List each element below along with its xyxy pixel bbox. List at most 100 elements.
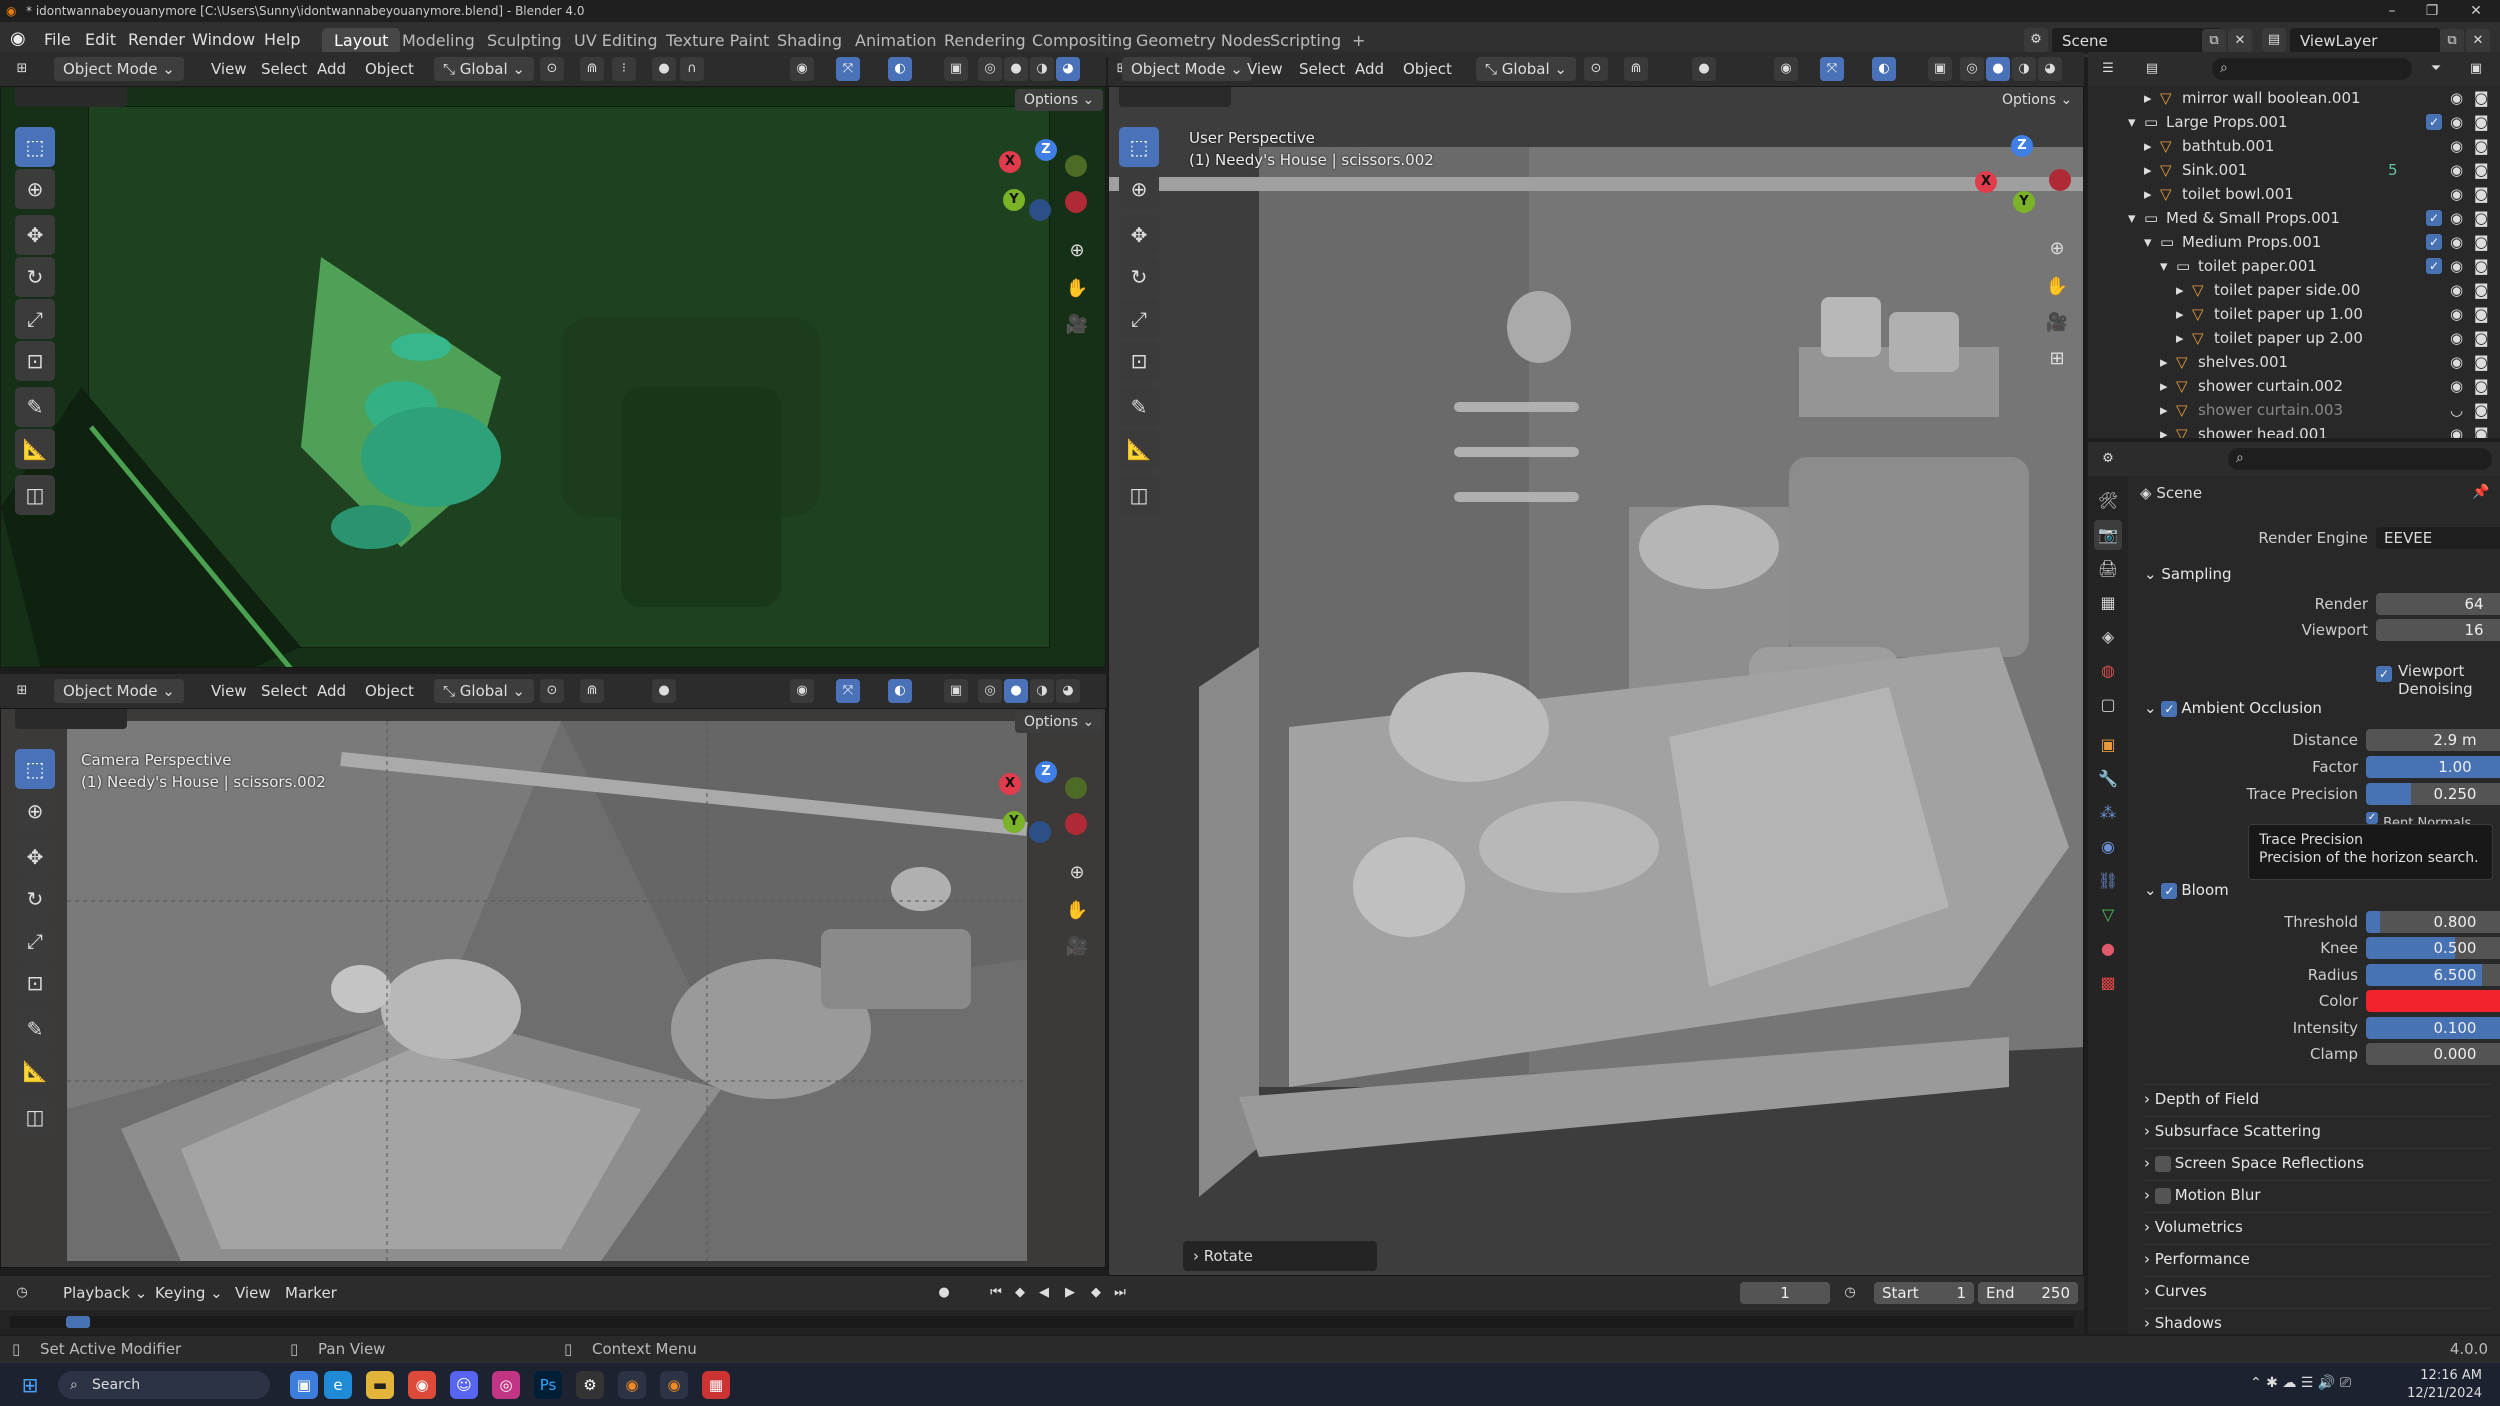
pivot-icon[interactable]: ⊙ bbox=[1584, 57, 1608, 81]
delete-scene-icon[interactable]: ✕ bbox=[2228, 29, 2252, 53]
menu-select[interactable]: Select bbox=[1290, 57, 1354, 81]
render-visibility-icon[interactable]: ◙ bbox=[2474, 158, 2489, 182]
jump-start-icon[interactable]: ⏮ bbox=[984, 1281, 1008, 1305]
collapsed-panel-header[interactable]: › Motion Blur bbox=[2144, 1180, 2492, 1208]
viewlayer-icon[interactable]: ▤ bbox=[2262, 28, 2286, 52]
menu-add[interactable]: Add bbox=[1346, 57, 1393, 81]
select-box-tool[interactable]: ⬚ bbox=[1119, 127, 1159, 167]
snap-target-icon[interactable]: ⁝ bbox=[612, 57, 636, 81]
chrome-icon[interactable]: ◉ bbox=[408, 1371, 436, 1399]
current-frame-field[interactable]: 1 bbox=[1740, 1282, 1830, 1304]
end-frame-field[interactable]: End 250 bbox=[1978, 1282, 2078, 1304]
collapsed-panel-header[interactable]: › Curves bbox=[2144, 1276, 2492, 1304]
mode-selector[interactable]: Object Mode ⌄ bbox=[54, 57, 184, 81]
expand-arrow-icon[interactable]: ▸ bbox=[2160, 350, 2168, 374]
play-icon[interactable]: ▶ bbox=[1058, 1281, 1082, 1305]
visibility-eye-icon[interactable]: ◉ bbox=[2450, 158, 2463, 182]
panel-enable-checkbox[interactable] bbox=[2154, 1155, 2171, 1172]
gizmo-toggle-icon[interactable]: ⤧ bbox=[1820, 57, 1844, 81]
pan-hand-icon[interactable]: ✋ bbox=[2041, 271, 2073, 303]
new-collection-icon[interactable]: ▣ bbox=[2464, 57, 2488, 81]
menu-file[interactable]: File bbox=[34, 28, 81, 52]
camera-view-icon[interactable]: 🎥 bbox=[1061, 309, 1093, 341]
object-tab-icon[interactable]: ▣ bbox=[2094, 730, 2122, 760]
maximize-button[interactable]: ❐ bbox=[2412, 0, 2452, 22]
collection-include-checkbox[interactable]: ✓ bbox=[2426, 210, 2442, 226]
collection-tab-icon[interactable]: ▢ bbox=[2094, 690, 2122, 720]
xray-icon[interactable]: ▣ bbox=[944, 57, 968, 81]
timeline-view-menu[interactable]: View bbox=[226, 1281, 280, 1305]
outliner-row[interactable]: ▸ ▽ toilet bowl.001 ◉ ◙ bbox=[2088, 182, 2500, 206]
bloom-radius-slider[interactable]: 6.500 bbox=[2366, 964, 2500, 986]
render-visibility-icon[interactable]: ◙ bbox=[2474, 350, 2489, 374]
gizmo-x-axis[interactable]: X bbox=[999, 151, 1021, 173]
expand-arrow-icon[interactable]: ▸ bbox=[2160, 422, 2168, 438]
properties-search-input[interactable]: ⌕ bbox=[2228, 448, 2492, 470]
view-layer-tab-icon[interactable]: ▦ bbox=[2094, 588, 2122, 618]
transform-tool[interactable]: ⊡ bbox=[15, 341, 55, 381]
scale-tool[interactable]: ⤢ bbox=[1119, 299, 1159, 339]
expand-arrow-icon[interactable]: ▸ bbox=[2144, 134, 2152, 158]
outliner-editor-icon[interactable]: ☰ bbox=[2096, 57, 2120, 81]
gizmo-y-axis[interactable]: Y bbox=[1003, 811, 1025, 833]
panel-enable-checkbox[interactable] bbox=[2154, 1187, 2171, 1204]
pin-icon[interactable]: 📌 bbox=[2472, 484, 2489, 500]
expand-arrow-icon[interactable]: ▸ bbox=[2160, 398, 2168, 422]
viewport-samples-field[interactable]: 16 bbox=[2376, 619, 2500, 641]
measure-tool[interactable]: 📐 bbox=[15, 1051, 55, 1091]
photoshop-icon[interactable]: Ps bbox=[534, 1371, 562, 1399]
mode-selector[interactable]: Object Mode ⌄ bbox=[54, 679, 184, 703]
start-frame-field[interactable]: Start 1 bbox=[1874, 1282, 1974, 1304]
render-engine-selector[interactable]: EEVEE⌄ bbox=[2376, 527, 2500, 549]
world-tab-icon[interactable]: ◍ bbox=[2094, 656, 2122, 686]
move-tool[interactable]: ✥ bbox=[15, 215, 55, 255]
constraints-tab-icon[interactable]: ⛓ bbox=[2094, 866, 2122, 896]
viewport-denoise-checkbox[interactable]: ✓ bbox=[2376, 666, 2392, 682]
rotate-tool[interactable]: ↻ bbox=[15, 257, 55, 297]
bloom-intensity-slider[interactable]: 0.100 bbox=[2366, 1017, 2500, 1039]
collapsed-panel-header[interactable]: › Performance bbox=[2144, 1244, 2492, 1272]
collection-include-checkbox[interactable]: ✓ bbox=[2426, 114, 2442, 130]
render-visibility-icon[interactable]: ◙ bbox=[2474, 254, 2489, 278]
annotate-tool[interactable]: ✎ bbox=[15, 1009, 55, 1049]
tab-scripting[interactable]: Scripting bbox=[1258, 28, 1353, 54]
tab-layout[interactable]: Layout bbox=[322, 28, 401, 54]
outliner-row[interactable]: ▸ ▽ toilet paper side.00 ◉ ◙ bbox=[2088, 278, 2500, 302]
measure-tool[interactable]: 📐 bbox=[1119, 429, 1159, 469]
outliner-row[interactable]: ▸ ▽ shower curtain.003 ◡ ◙ bbox=[2088, 398, 2500, 422]
gizmo-z-axis[interactable]: Z bbox=[2011, 135, 2033, 157]
play-reverse-icon[interactable]: ◀ bbox=[1032, 1281, 1056, 1305]
shading-rendered-icon[interactable]: ◕ bbox=[2038, 57, 2062, 81]
output-tab-icon[interactable]: 🖨 bbox=[2094, 554, 2122, 584]
pivot-icon[interactable]: ⊙ bbox=[540, 57, 564, 81]
prev-keyframe-icon[interactable]: ◆ bbox=[1008, 1281, 1032, 1305]
collapse-arrow-icon[interactable]: ▾ bbox=[2160, 254, 2168, 278]
visibility-eye-icon[interactable]: ◉ bbox=[2450, 182, 2463, 206]
data-tab-icon[interactable]: ▽ bbox=[2094, 900, 2122, 930]
modifier-tab-icon[interactable]: 🔧 bbox=[2094, 764, 2122, 794]
scale-tool[interactable]: ⤢ bbox=[15, 921, 55, 961]
proportional-edit-icon[interactable]: ● bbox=[1692, 57, 1716, 81]
bloom-clamp-field[interactable]: 0.000 bbox=[2366, 1043, 2500, 1065]
camera-view-icon[interactable]: 🎥 bbox=[1061, 931, 1093, 963]
render-visibility-icon[interactable]: ◙ bbox=[2474, 230, 2489, 254]
instagram-icon[interactable]: ◎ bbox=[492, 1371, 520, 1399]
taskbar-search[interactable]: ⌕ Search bbox=[58, 1371, 270, 1399]
gizmo-y-axis[interactable]: Y bbox=[2013, 191, 2035, 213]
blender-menu-icon[interactable]: ◉ bbox=[10, 28, 26, 49]
shading-wire-icon[interactable]: ◎ bbox=[1960, 57, 1984, 81]
render-visibility-icon[interactable]: ◙ bbox=[2474, 86, 2489, 110]
taskbar-clock[interactable]: 12:16 AM 12/21/2024 bbox=[2404, 1367, 2482, 1403]
visibility-icon[interactable]: ◉ bbox=[790, 57, 814, 81]
ao-distance-field[interactable]: 2.9 m bbox=[2366, 729, 2500, 751]
gizmo-neg-z[interactable] bbox=[1029, 821, 1051, 843]
collapsed-panel-header[interactable]: › Screen Space Reflections bbox=[2144, 1148, 2492, 1176]
render-tab-icon[interactable]: 📷 bbox=[2094, 520, 2122, 550]
new-viewlayer-icon[interactable]: ⧉ bbox=[2440, 29, 2464, 53]
visibility-eye-icon[interactable]: ◉ bbox=[2450, 326, 2463, 350]
visibility-eye-icon[interactable]: ◉ bbox=[2450, 254, 2463, 278]
snap-icon[interactable]: ⋒ bbox=[1624, 57, 1648, 81]
close-window-button[interactable]: ✕ bbox=[2456, 0, 2496, 22]
transform-tool[interactable]: ⊡ bbox=[1119, 341, 1159, 381]
new-scene-icon[interactable]: ⧉ bbox=[2202, 29, 2226, 53]
